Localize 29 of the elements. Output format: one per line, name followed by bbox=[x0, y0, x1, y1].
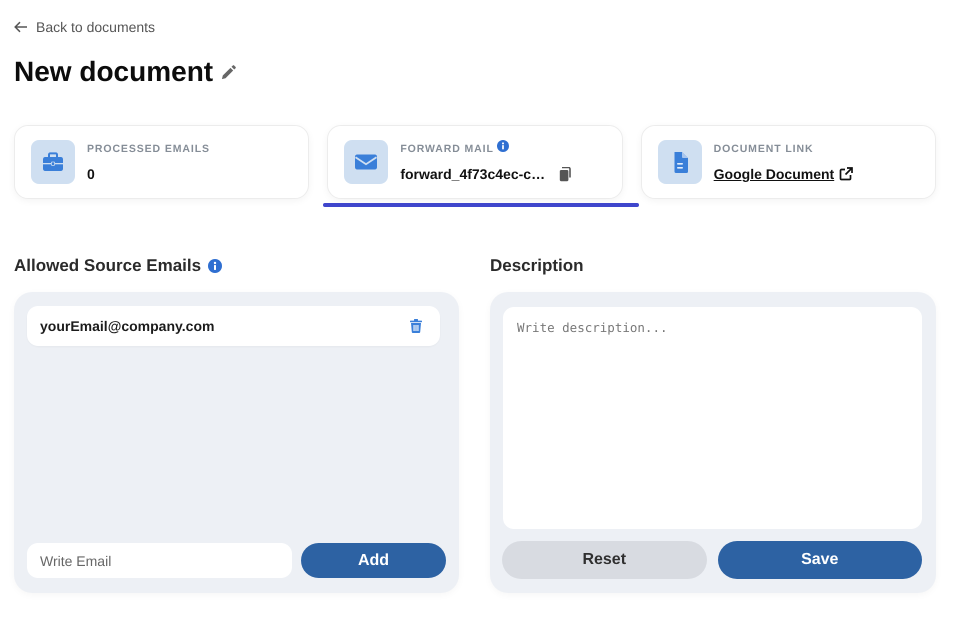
briefcase-icon bbox=[31, 140, 75, 184]
stat-label: PROCESSED EMAILS bbox=[87, 142, 210, 156]
document-icon bbox=[658, 140, 702, 184]
external-link-icon[interactable] bbox=[839, 167, 854, 181]
copy-icon[interactable] bbox=[559, 166, 572, 182]
pencil-icon[interactable] bbox=[221, 64, 236, 80]
add-button[interactable]: Add bbox=[301, 543, 446, 578]
arrow-left-icon bbox=[14, 21, 28, 33]
forward-address: forward_4f73c4ec-c… bbox=[400, 165, 546, 183]
document-link[interactable]: Google Document bbox=[714, 165, 834, 183]
info-icon[interactable] bbox=[496, 140, 509, 152]
description-field[interactable]: Write description... bbox=[503, 307, 922, 529]
stat-value: 0 bbox=[87, 165, 95, 183]
email-address: yourEmail@company.com bbox=[40, 318, 214, 334]
reset-button[interactable]: Reset bbox=[502, 541, 706, 579]
stat-label: FORWARD MAIL bbox=[400, 142, 494, 156]
page-title: New document bbox=[14, 55, 214, 89]
section-heading: Description bbox=[490, 256, 584, 276]
info-icon[interactable] bbox=[208, 259, 222, 273]
trash-icon[interactable] bbox=[410, 319, 422, 333]
section-heading: Allowed Source Emails bbox=[14, 256, 202, 276]
stat-card[interactable]: DOCUMENT LINK Google Document bbox=[640, 125, 936, 199]
envelope-icon bbox=[344, 140, 388, 184]
stat-card[interactable]: FORWARD MAIL forward_4f73c4ec-c… bbox=[327, 125, 623, 199]
back-link[interactable]: Back to documents bbox=[14, 17, 156, 37]
email-input[interactable]: Write Email bbox=[27, 543, 292, 578]
save-button[interactable]: Save bbox=[718, 541, 922, 579]
stat-card[interactable]: PROCESSED EMAILS 0 bbox=[14, 125, 310, 199]
stat-label: DOCUMENT LINK bbox=[714, 142, 814, 156]
